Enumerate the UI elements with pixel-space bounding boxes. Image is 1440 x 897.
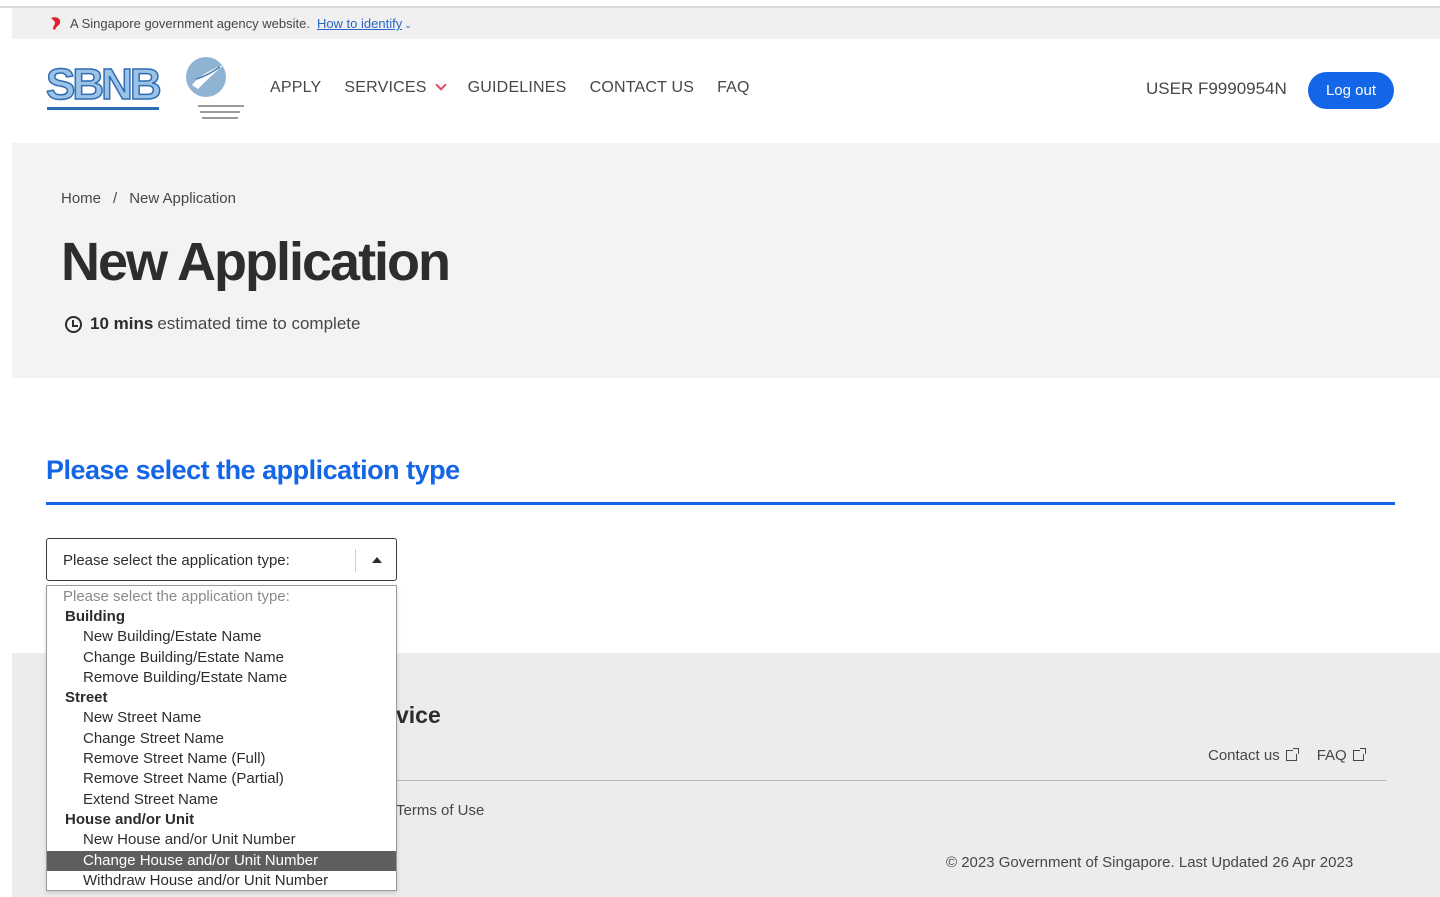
main-nav: APPLY SERVICES GUIDELINES CONTACT US FAQ xyxy=(270,79,773,97)
footer-contact-link[interactable]: Contact us xyxy=(1208,747,1299,764)
application-type-dropdown: Please select the application type: Buil… xyxy=(46,585,397,891)
chevron-down-icon xyxy=(434,79,447,91)
gov-masthead: A Singapore government agency website. H… xyxy=(12,8,1440,39)
footer-terms-link[interactable]: Terms of Use xyxy=(396,802,484,819)
caret-up-icon[interactable] xyxy=(372,557,382,563)
footer-faq-label: FAQ xyxy=(1316,747,1347,764)
page-header: Home / New Application New Application 1… xyxy=(12,143,1440,378)
estimated-minutes: 10 mins xyxy=(90,314,154,333)
external-link-icon xyxy=(1352,748,1366,761)
option-extend-street[interactable]: Extend Street Name xyxy=(47,790,396,810)
nav-apply[interactable]: APPLY xyxy=(270,79,321,97)
nav-faq[interactable]: FAQ xyxy=(717,79,750,97)
chevron-down-icon: ⌄ xyxy=(404,20,412,30)
option-group-building: Building xyxy=(65,608,125,625)
how-to-identify-link[interactable]: How to identify ⌄ xyxy=(317,16,412,31)
footer-copyright: © 2023 Government of Singapore. Last Upd… xyxy=(946,854,1354,871)
estimated-time-text: estimated time to complete xyxy=(157,314,361,333)
logout-button[interactable]: Log out xyxy=(1308,72,1394,109)
breadcrumb-home[interactable]: Home xyxy=(61,190,101,207)
section-divider xyxy=(46,502,1395,505)
option-change-house-unit[interactable]: Change House and/or Unit Number xyxy=(47,850,396,871)
option-remove-street-partial[interactable]: Remove Street Name (Partial) xyxy=(47,769,396,789)
dropdown-placeholder-option[interactable]: Please select the application type: xyxy=(47,586,396,607)
navbar: SBNB APPLY SERVICES GUIDELINES CONTACT U… xyxy=(12,39,1440,143)
option-new-building[interactable]: New Building/Estate Name xyxy=(47,627,396,647)
nav-services[interactable]: SERVICES xyxy=(344,79,447,97)
option-withdraw-house-unit[interactable]: Withdraw House and/or Unit Number xyxy=(47,871,396,891)
breadcrumb-current: New Application xyxy=(129,190,236,207)
section-title: Please select the application type xyxy=(46,455,460,485)
external-link-icon xyxy=(1285,748,1299,761)
select-divider xyxy=(355,549,356,572)
footer-links: Contact us FAQ xyxy=(1208,747,1384,764)
page-title: New Application xyxy=(61,232,451,292)
option-new-house-unit[interactable]: New House and/or Unit Number xyxy=(47,830,396,850)
application-type-select[interactable]: Please select the application type: xyxy=(46,538,397,581)
footer-divider xyxy=(396,780,1386,781)
option-change-street[interactable]: Change Street Name xyxy=(47,729,396,749)
clock-icon xyxy=(65,315,82,333)
footer-contact-label: Contact us xyxy=(1208,747,1280,764)
select-value: Please select the application type: xyxy=(63,552,290,569)
estimated-time: 10 mins estimated time to complete xyxy=(65,314,360,334)
option-group-street: Street xyxy=(65,689,108,707)
sbnb-logo[interactable]: SBNB xyxy=(46,57,162,115)
option-remove-street-full[interactable]: Remove Street Name (Full) xyxy=(47,749,396,769)
option-new-street[interactable]: New Street Name xyxy=(47,708,396,728)
option-group-house-unit: House and/or Unit xyxy=(65,810,195,828)
option-remove-building[interactable]: Remove Building/Estate Name xyxy=(47,668,396,688)
nav-contact-us[interactable]: CONTACT US xyxy=(590,79,695,97)
top-border xyxy=(0,0,1440,8)
nav-services-label: SERVICES xyxy=(344,79,427,96)
nav-guidelines[interactable]: GUIDELINES xyxy=(468,79,567,97)
option-change-building[interactable]: Change Building/Estate Name xyxy=(47,648,396,668)
breadcrumb: Home / New Application xyxy=(61,190,236,207)
how-to-identify-label: How to identify xyxy=(316,16,403,31)
footer-title: vice xyxy=(396,702,441,728)
breadcrumb-separator: / xyxy=(113,190,118,207)
sla-logo[interactable] xyxy=(184,55,248,127)
footer-faq-link[interactable]: FAQ xyxy=(1316,747,1366,764)
lion-head-icon xyxy=(51,16,61,30)
sbnb-logo-text: SBNB xyxy=(46,60,160,109)
user-id-label: USER F9990954N xyxy=(1146,79,1287,98)
masthead-text: A Singapore government agency website. xyxy=(70,16,310,31)
